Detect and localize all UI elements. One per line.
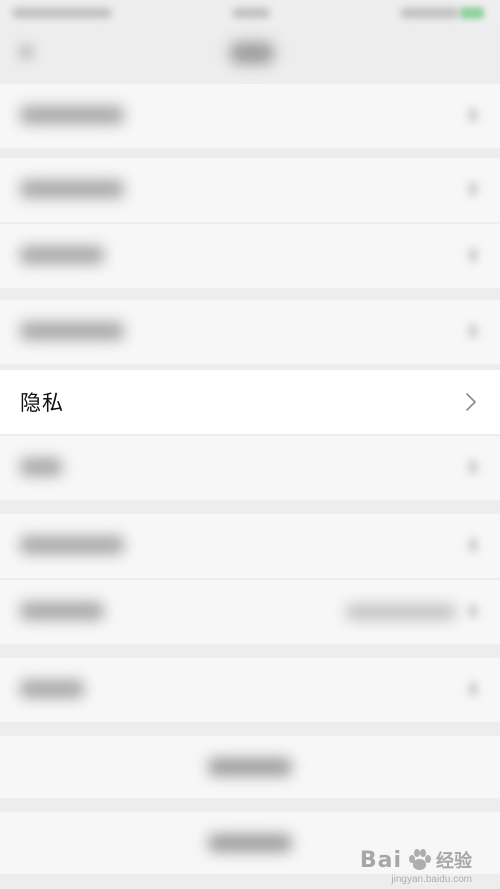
settings-item-7[interactable] [0, 580, 500, 644]
section-divider [0, 148, 500, 158]
button-label-blur [208, 758, 292, 776]
settings-item-label-blur [20, 322, 124, 340]
settings-item-6[interactable] [0, 514, 500, 578]
section-divider [0, 500, 500, 510]
settings-item-label-blur [20, 680, 84, 698]
nav-bar [0, 26, 500, 84]
settings-item-value-blur [346, 604, 456, 620]
chevron-right-icon [468, 538, 478, 552]
settings-item-8[interactable] [0, 658, 500, 722]
chevron-right-icon [468, 108, 478, 122]
chevron-right-icon [466, 393, 476, 411]
status-time-blur [232, 8, 270, 18]
bottom-action-button-1[interactable] [0, 736, 500, 798]
baidu-watermark: Bai 经验 jingyan.baidu.com [359, 837, 472, 885]
section-divider [0, 288, 500, 298]
settings-item-label-blur [20, 602, 104, 620]
chevron-right-icon [468, 682, 478, 696]
settings-item-1[interactable] [0, 84, 500, 148]
settings-item-2[interactable] [0, 158, 500, 222]
battery-icon [460, 7, 484, 19]
settings-item-5[interactable] [0, 436, 500, 500]
chevron-right-icon [468, 604, 478, 618]
settings-item-3[interactable] [0, 224, 500, 288]
settings-item-label-blur [20, 106, 124, 124]
button-label-blur [208, 834, 292, 852]
watermark-brand-tail: 经验 [436, 851, 472, 871]
paw-icon [407, 847, 431, 871]
chevron-right-icon [468, 248, 478, 262]
chevron-right-icon [468, 182, 478, 196]
page-title-blur [230, 42, 274, 64]
chevron-right-icon [468, 460, 478, 474]
section-divider [0, 722, 500, 736]
status-carrier-blur [12, 8, 112, 18]
settings-item-4[interactable] [0, 300, 500, 364]
status-icons-blur [400, 8, 460, 18]
chevron-right-icon [468, 324, 478, 338]
watermark-url: jingyan.baidu.com [391, 874, 472, 885]
settings-item-label-blur [20, 180, 124, 198]
settings-item-label-blur [20, 246, 104, 264]
settings-item-privacy[interactable]: 隐私 [0, 370, 500, 434]
watermark-brand: Bai [359, 848, 402, 873]
back-icon[interactable] [18, 44, 34, 60]
settings-item-label: 隐私 [20, 392, 64, 415]
status-bar [0, 0, 500, 26]
settings-item-label-blur [20, 536, 124, 554]
settings-item-label-blur [20, 458, 62, 476]
section-divider [0, 644, 500, 654]
section-divider [0, 798, 500, 808]
